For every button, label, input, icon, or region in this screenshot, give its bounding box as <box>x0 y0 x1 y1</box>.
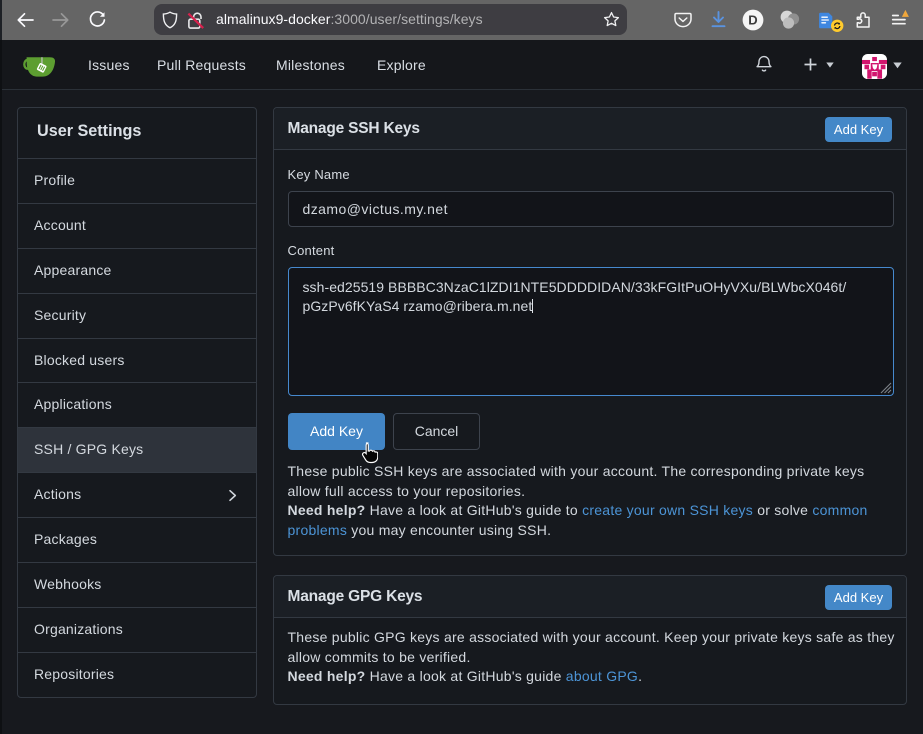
svg-text:D: D <box>748 13 757 28</box>
